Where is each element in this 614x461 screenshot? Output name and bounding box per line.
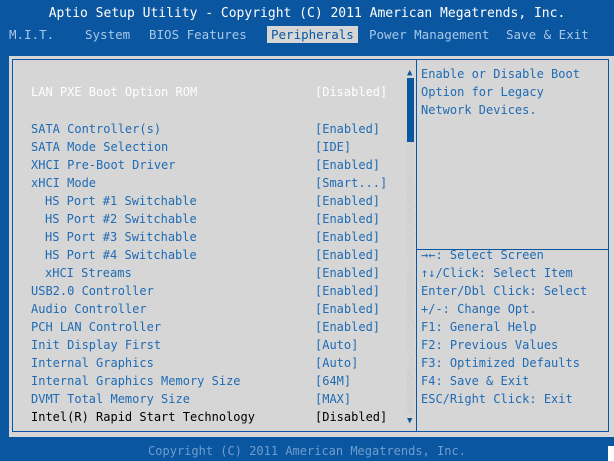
setting-value: [Enabled] (315, 158, 381, 172)
setting-value: [Enabled] (315, 266, 381, 280)
help-select-screen: →←: Select Screen (421, 248, 544, 262)
setting-label: DVMT Total Memory Size (31, 392, 190, 406)
setting-internal-graphics[interactable]: Internal Graphics [Auto] (31, 356, 411, 373)
setting-value: [Auto] (315, 338, 359, 352)
setting-label: Intel(R) Rapid Start Technology (31, 410, 255, 424)
setting-label: Init Display First (31, 338, 162, 352)
setting-label: Internal Graphics Memory Size (31, 374, 241, 388)
footer-copyright: Copyright (C) 2011 American Megatrends, … (148, 444, 466, 458)
scroll-down-arrow-icon[interactable]: ▼ (407, 416, 412, 426)
setting-pch-lan-controller[interactable]: PCH LAN Controller [Enabled] (31, 320, 411, 337)
scroll-up-arrow-icon[interactable]: ▲ (407, 68, 412, 78)
settings-panel: LAN PXE Boot Option ROM [Disabled] SATA … (9, 56, 614, 437)
scrollbar[interactable]: ▲ ▼ (407, 68, 414, 426)
setting-value: [Disabled] (315, 410, 388, 424)
setting-xhci-mode[interactable]: xHCI Mode [Smart...] (31, 176, 411, 193)
help-save-exit: F4: Save & Exit (421, 374, 530, 388)
setting-label: LAN PXE Boot Option ROM (31, 85, 198, 99)
setting-init-display-first[interactable]: Init Display First [Auto] (31, 338, 411, 355)
setting-sata-controllers[interactable]: SATA Controller(s) [Enabled] (31, 122, 411, 139)
tab-system[interactable]: System (85, 27, 130, 42)
description-line-1: Enable or Disable Boot (421, 67, 580, 81)
help-optimized-defaults: F3: Optimized Defaults (421, 356, 580, 370)
scroll-thumb[interactable] (407, 78, 414, 142)
setting-hs-port-1-switchable[interactable]: HS Port #1 Switchable [Enabled] (31, 194, 411, 211)
setting-value: [64M] (315, 374, 352, 388)
setting-value: [Smart...] (315, 176, 388, 190)
description-line-2: Option for Legacy (421, 85, 544, 99)
setting-hs-port-2-switchable[interactable]: HS Port #2 Switchable [Enabled] (31, 212, 411, 229)
description-line-3: Network Devices. (421, 103, 537, 117)
menu-bar: M.I.T. System BIOS Features Peripherals … (0, 26, 614, 45)
panel-divider (416, 59, 417, 432)
setting-label: Internal Graphics (31, 356, 154, 370)
help-enter-select: Enter/Dbl Click: Select (421, 284, 588, 298)
setting-internal-graphics-memory-size[interactable]: Internal Graphics Memory Size [64M] (31, 374, 411, 391)
help-esc-exit: ESC/Right Click: Exit (421, 392, 573, 406)
text-cursor (608, 446, 614, 461)
setting-value: [Auto] (315, 356, 359, 370)
setting-label: xHCI Mode (31, 176, 97, 190)
setting-value: [Disabled] (315, 85, 388, 99)
setting-label: HS Port #4 Switchable (45, 248, 197, 262)
tab-save-exit[interactable]: Save & Exit (506, 27, 589, 42)
help-general-help: F1: General Help (421, 320, 537, 334)
setting-value: [IDE] (315, 140, 352, 154)
setting-value: [Enabled] (315, 320, 381, 334)
setting-label: HS Port #3 Switchable (45, 230, 197, 244)
header-title: Aptio Setup Utility - Copyright (C) 2011… (48, 6, 566, 21)
setting-dvmt-total-memory-size[interactable]: DVMT Total Memory Size [MAX] (31, 392, 411, 409)
setting-label: SATA Mode Selection (31, 140, 169, 154)
setting-usb2-controller[interactable]: USB2.0 Controller [Enabled] (31, 284, 411, 301)
setting-value: [Enabled] (315, 230, 381, 244)
setting-label: Audio Controller (31, 302, 147, 316)
setting-value: [Enabled] (315, 248, 381, 262)
setting-hs-port-3-switchable[interactable]: HS Port #3 Switchable [Enabled] (31, 230, 411, 247)
setting-value: [Enabled] (315, 194, 381, 208)
tab-bios-features[interactable]: BIOS Features (149, 27, 247, 42)
help-previous-values: F2: Previous Values (421, 338, 559, 352)
setting-label: HS Port #1 Switchable (45, 194, 197, 208)
setting-label: HS Port #2 Switchable (45, 212, 197, 226)
tab-mit[interactable]: M.I.T. (9, 27, 54, 42)
setting-label: USB2.0 Controller (31, 284, 154, 298)
tab-peripherals[interactable]: Peripherals (267, 26, 358, 43)
setting-label: PCH LAN Controller (31, 320, 162, 334)
setting-audio-controller[interactable]: Audio Controller [Enabled] (31, 302, 411, 319)
help-select-item: ↑↓/Click: Select Item (421, 266, 573, 280)
setting-sata-mode-selection[interactable]: SATA Mode Selection [IDE] (31, 140, 411, 157)
setting-value: [Enabled] (315, 212, 381, 226)
setting-value: [Enabled] (315, 302, 381, 316)
help-change-opt: +/-: Change Opt. (421, 302, 537, 316)
setting-lan-pxe-boot-option-rom[interactable]: LAN PXE Boot Option ROM [Disabled] (31, 85, 411, 102)
setting-label: xHCI Streams (45, 266, 132, 280)
setting-value: [MAX] (315, 392, 352, 406)
setting-xhci-pre-boot-driver[interactable]: XHCI Pre-Boot Driver [Enabled] (31, 158, 411, 175)
setting-hs-port-4-switchable[interactable]: HS Port #4 Switchable [Enabled] (31, 248, 411, 265)
setting-value: [Enabled] (315, 122, 381, 136)
setting-label: SATA Controller(s) (31, 122, 162, 136)
setting-label: XHCI Pre-Boot Driver (31, 158, 176, 172)
setting-value: [Enabled] (315, 284, 381, 298)
bios-screen: Aptio Setup Utility - Copyright (C) 2011… (0, 0, 614, 461)
setting-intel-rapid-start-technology[interactable]: Intel(R) Rapid Start Technology [Disable… (31, 410, 411, 427)
tab-power-management[interactable]: Power Management (369, 27, 489, 42)
setting-xhci-streams[interactable]: xHCI Streams [Enabled] (31, 266, 411, 283)
